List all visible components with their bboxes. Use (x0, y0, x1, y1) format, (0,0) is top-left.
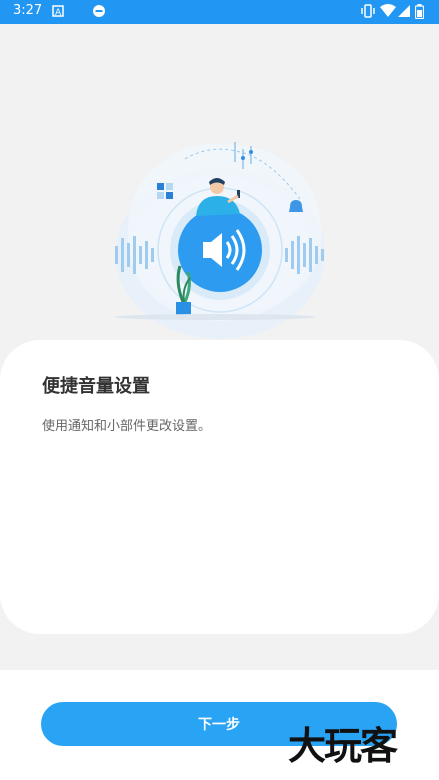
watermark-logo: 大玩客 (288, 723, 398, 768)
status-time: 3:27 (13, 3, 43, 18)
vibrate-icon (361, 4, 375, 18)
a-icon: A (52, 5, 64, 18)
volume-illustration (115, 142, 325, 339)
wifi-icon (380, 4, 396, 17)
page-description: 使用通知和小部件更改设置。 (42, 419, 212, 434)
page-title: 便捷音量设置 (42, 376, 150, 397)
signal-icon (398, 5, 410, 17)
record-icon (93, 5, 105, 17)
status-bar: 3:27 A (0, 0, 439, 24)
info-card: 便捷音量设置 使用通知和小部件更改设置。 (0, 340, 439, 634)
battery-icon (415, 4, 424, 19)
svg-text:A: A (55, 8, 62, 18)
